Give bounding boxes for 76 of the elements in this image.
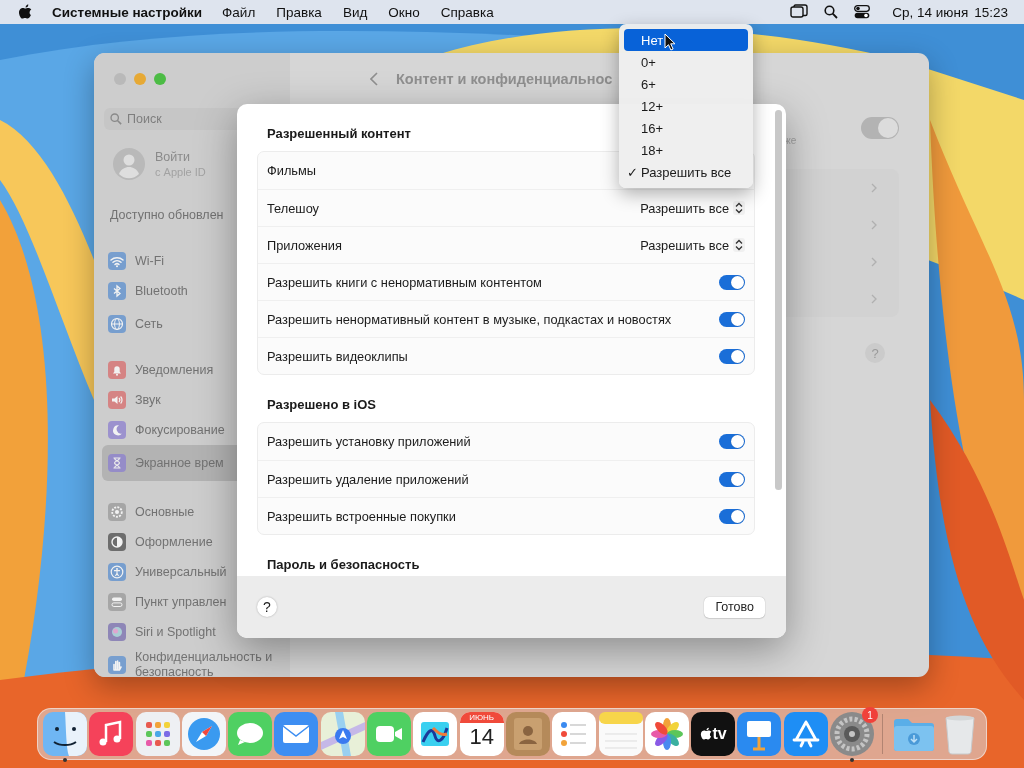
help-button[interactable]: ? [257, 597, 277, 617]
toggle-switch[interactable] [719, 311, 745, 327]
done-button[interactable]: Готово [704, 596, 765, 618]
section-title: Разрешенный контент [267, 125, 411, 143]
menu-item[interactable]: 0+ [624, 51, 748, 73]
switches-icon [108, 593, 126, 611]
menu-item[interactable]: Окно [388, 4, 420, 20]
hand-icon [108, 656, 126, 674]
menu-item[interactable]: Системные настройки [52, 4, 203, 20]
notepad-icon[interactable] [598, 712, 643, 756]
accessibility-icon [108, 563, 126, 581]
gear-icon [108, 503, 126, 521]
popup-button[interactable]: Разрешить все [640, 200, 745, 216]
app-grid-icon[interactable] [135, 712, 180, 756]
menu-item[interactable]: 16+ [624, 117, 748, 139]
scrollbar[interactable] [775, 110, 782, 490]
orb-icon [108, 623, 126, 641]
compass-icon[interactable] [181, 712, 226, 756]
windows-icon[interactable] [790, 4, 809, 20]
music-note-icon[interactable] [89, 712, 134, 756]
bell-icon [108, 361, 126, 379]
toggle-switch[interactable] [861, 117, 899, 139]
toggle-switch[interactable] [719, 274, 745, 290]
popup-button[interactable]: Разрешить все [640, 237, 745, 253]
hourglass-icon [108, 454, 126, 472]
mouse-pointer-icon [664, 33, 676, 51]
menu-item[interactable]: Справка [440, 4, 494, 20]
setting-label: Приложения [267, 237, 342, 253]
scribble-icon[interactable] [413, 712, 458, 756]
setting-label: Разрешить ненормативный контент в музыке, подкастах и новостях [267, 311, 672, 327]
search-icon[interactable] [824, 5, 839, 19]
envelope-icon[interactable] [274, 712, 319, 756]
map-icon[interactable] [320, 712, 365, 756]
menu-item[interactable]: ✓ Разрешить все [624, 161, 748, 183]
menu-item[interactable]: Правка [276, 4, 322, 20]
menu-item[interactable]: Файл [222, 4, 256, 20]
wifi-icon [108, 252, 126, 270]
bluetooth-icon [108, 282, 126, 300]
search-icon [110, 113, 122, 125]
checklist-icon[interactable] [552, 712, 597, 756]
contact-book-icon[interactable] [505, 712, 550, 756]
window-title: Контент и конфиденциальнос [396, 71, 613, 87]
setting-label: Разрешить видеоклипы [267, 348, 408, 364]
letter-a-shape-icon[interactable] [783, 712, 828, 756]
menu-item[interactable]: Нет [624, 29, 748, 51]
back-chevron-icon[interactable] [370, 72, 378, 86]
control-center-icon[interactable] [854, 5, 871, 19]
toggle-switch[interactable] [719, 508, 745, 524]
setting-label: Разрешить встроенные покупки [267, 508, 456, 524]
flower-icon[interactable] [644, 712, 689, 756]
speaker-icon [108, 391, 126, 409]
half-circle-icon [108, 533, 126, 551]
menu-bar-date[interactable]: Ср, 14 июня [892, 4, 969, 20]
lectern-icon[interactable] [737, 712, 782, 756]
menu-item[interactable]: 18+ [624, 139, 748, 161]
toggle-switch[interactable] [719, 348, 745, 364]
calendar-icon[interactable]: ИЮНЬ 14 [459, 712, 504, 756]
apple-logo-icon[interactable] [18, 4, 32, 20]
section-title: Разрешено в iOS [267, 396, 376, 414]
setting-label: Телешоу [267, 200, 319, 216]
menu-item[interactable]: 6+ [624, 73, 748, 95]
toggle-switch[interactable] [719, 434, 745, 449]
menu-item[interactable]: Вид [342, 4, 368, 20]
setting-label: Фильмы [267, 163, 316, 178]
speech-bubble-icon[interactable] [228, 712, 273, 756]
finder-icon[interactable] [43, 712, 87, 756]
setting-label: Разрешить книги с ненормативным контентом [267, 274, 542, 290]
moon-icon [108, 421, 126, 439]
globe-icon [108, 315, 126, 333]
toggle-switch[interactable] [719, 471, 745, 487]
menu-bar-time[interactable]: 15:23 [974, 4, 1008, 20]
up-down-arrows-icon [733, 201, 745, 215]
section-title: Пароль и безопасность [267, 556, 420, 574]
tv-icon[interactable]: tv [691, 712, 736, 756]
menu-item[interactable]: 12+ [624, 95, 748, 117]
up-down-arrows-icon [733, 238, 745, 252]
